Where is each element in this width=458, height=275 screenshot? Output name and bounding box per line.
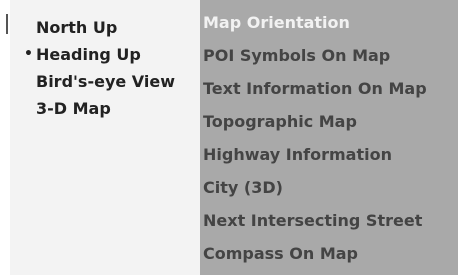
- menu-item-map-orientation[interactable]: Map Orientation: [200, 6, 427, 39]
- menu-item-text-information[interactable]: Text Information On Map: [200, 72, 427, 105]
- selected-bullet-icon: •: [24, 46, 33, 62]
- option-label: North Up: [36, 18, 118, 37]
- menu-item-highway-information[interactable]: Highway Information: [200, 138, 427, 171]
- option-north-up[interactable]: North Up: [20, 14, 175, 41]
- map-orientation-options-panel: North Up • Heading Up Bird's-eye View 3-…: [0, 0, 200, 275]
- orientation-option-list: North Up • Heading Up Bird's-eye View 3-…: [20, 14, 175, 122]
- focus-indicator: [6, 14, 8, 34]
- option-3d-map[interactable]: 3-D Map: [20, 95, 175, 122]
- option-label: 3-D Map: [36, 99, 111, 118]
- menu-item-poi-symbols[interactable]: POI Symbols On Map: [200, 39, 427, 72]
- menu-item-compass-on-map[interactable]: Compass On Map: [200, 237, 427, 270]
- menu-item-topographic-map[interactable]: Topographic Map: [200, 105, 427, 138]
- menu-item-city-3d[interactable]: City (3D): [200, 171, 427, 204]
- option-birds-eye-view[interactable]: Bird's-eye View: [20, 68, 175, 95]
- navigation-map-settings-screen: North Up • Heading Up Bird's-eye View 3-…: [0, 0, 458, 275]
- option-heading-up[interactable]: • Heading Up: [20, 41, 175, 68]
- selection-bar: [0, 0, 10, 275]
- option-label: Bird's-eye View: [36, 72, 176, 91]
- option-label: Heading Up: [36, 45, 141, 64]
- menu-item-next-intersecting-street[interactable]: Next Intersecting Street: [200, 204, 427, 237]
- map-settings-menu-panel: Map Orientation POI Symbols On Map Text …: [200, 0, 458, 275]
- map-settings-menu-list: Map Orientation POI Symbols On Map Text …: [200, 6, 427, 270]
